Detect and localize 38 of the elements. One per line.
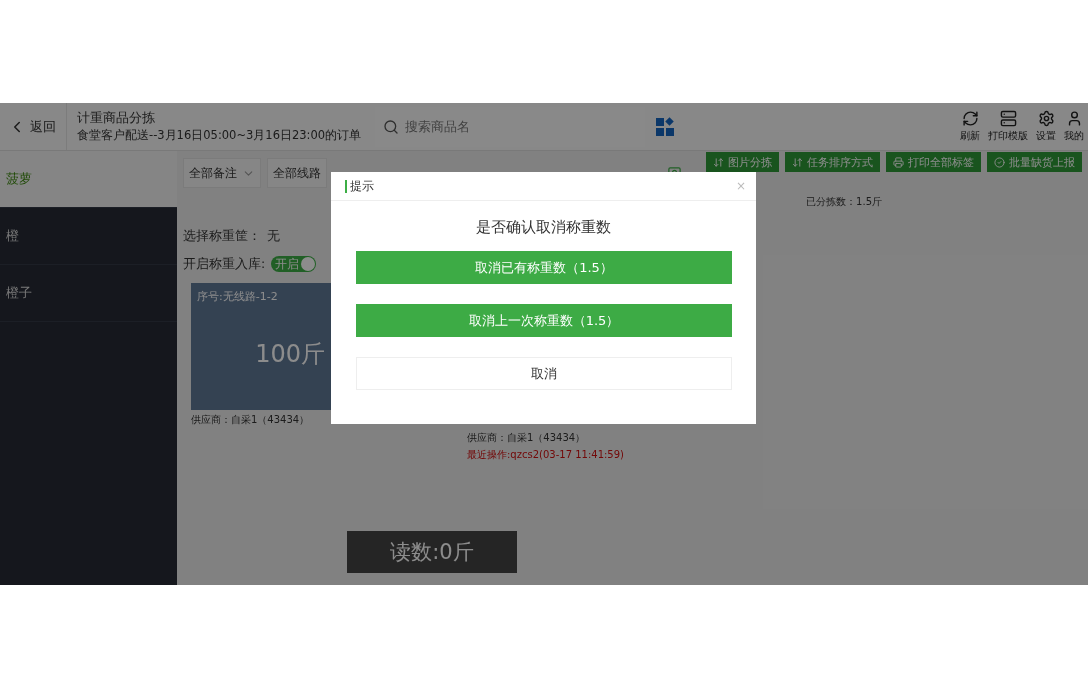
search-icon	[383, 118, 399, 135]
back-button[interactable]: 返回	[0, 103, 67, 150]
dialog-title: 提示	[345, 179, 374, 193]
settings-icon	[1037, 110, 1055, 127]
check-circle-icon	[994, 156, 1005, 168]
confirm-button[interactable]: 取消已有称重数（1.5）	[356, 251, 732, 284]
stock-in-label: 开启称重入库:	[183, 255, 266, 273]
filter-dropdown[interactable]: 全部线路	[267, 158, 327, 188]
refresh-icon	[961, 110, 979, 127]
last-operation-text: 最近操作:qzcs2(03-17 11:41:59)	[467, 448, 624, 462]
supplier-text: 供应商：自采1（43434）	[191, 413, 310, 427]
basket-value: 无	[267, 227, 280, 245]
cancel-button[interactable]: 取消	[356, 357, 732, 390]
apps-grid-icon[interactable]	[655, 116, 675, 137]
sidebar-item[interactable]: 菠萝	[0, 151, 177, 208]
basket-label: 选择称重筐：	[183, 227, 261, 245]
action-button[interactable]: 任务排序方式	[785, 152, 880, 172]
sort-icon	[713, 156, 724, 168]
toggle-switch[interactable]: 开启	[271, 256, 317, 272]
toolbar-action[interactable]: 设置	[1032, 110, 1060, 143]
action-button[interactable]: 打印全部标签	[886, 152, 981, 172]
sorted-count: 已分拣数：1.5斤	[806, 195, 882, 209]
action-button[interactable]: 批量缺货上报	[987, 152, 1082, 172]
dialog-message: 是否确认取消称重数	[475, 218, 612, 237]
scale-reading: 读数:0斤	[347, 531, 517, 573]
card-weight: 100斤	[255, 339, 325, 370]
toolbar-action[interactable]: 打印模版	[984, 110, 1032, 143]
confirm-button[interactable]: 取消上一次称重数（1.5）	[356, 304, 732, 337]
action-button[interactable]: 图片分拣	[706, 152, 779, 172]
toolbar-action[interactable]: 刷新	[956, 110, 984, 143]
toolbar-action[interactable]: 我的	[1060, 110, 1088, 143]
task-card[interactable]: 序号:无线路-1-2 100斤	[191, 283, 331, 410]
supplier-text: 供应商：自采1（43434）	[467, 431, 586, 445]
card-sequence: 序号:无线路-1-2	[197, 289, 279, 304]
filter-dropdown[interactable]: 全部备注	[183, 158, 261, 188]
page-title: 计重商品分拣	[77, 109, 156, 126]
sort-icon	[792, 156, 803, 168]
page-subtitle: 食堂客户配送--3月16日05:00~3月16日23:00的订单	[77, 127, 363, 144]
